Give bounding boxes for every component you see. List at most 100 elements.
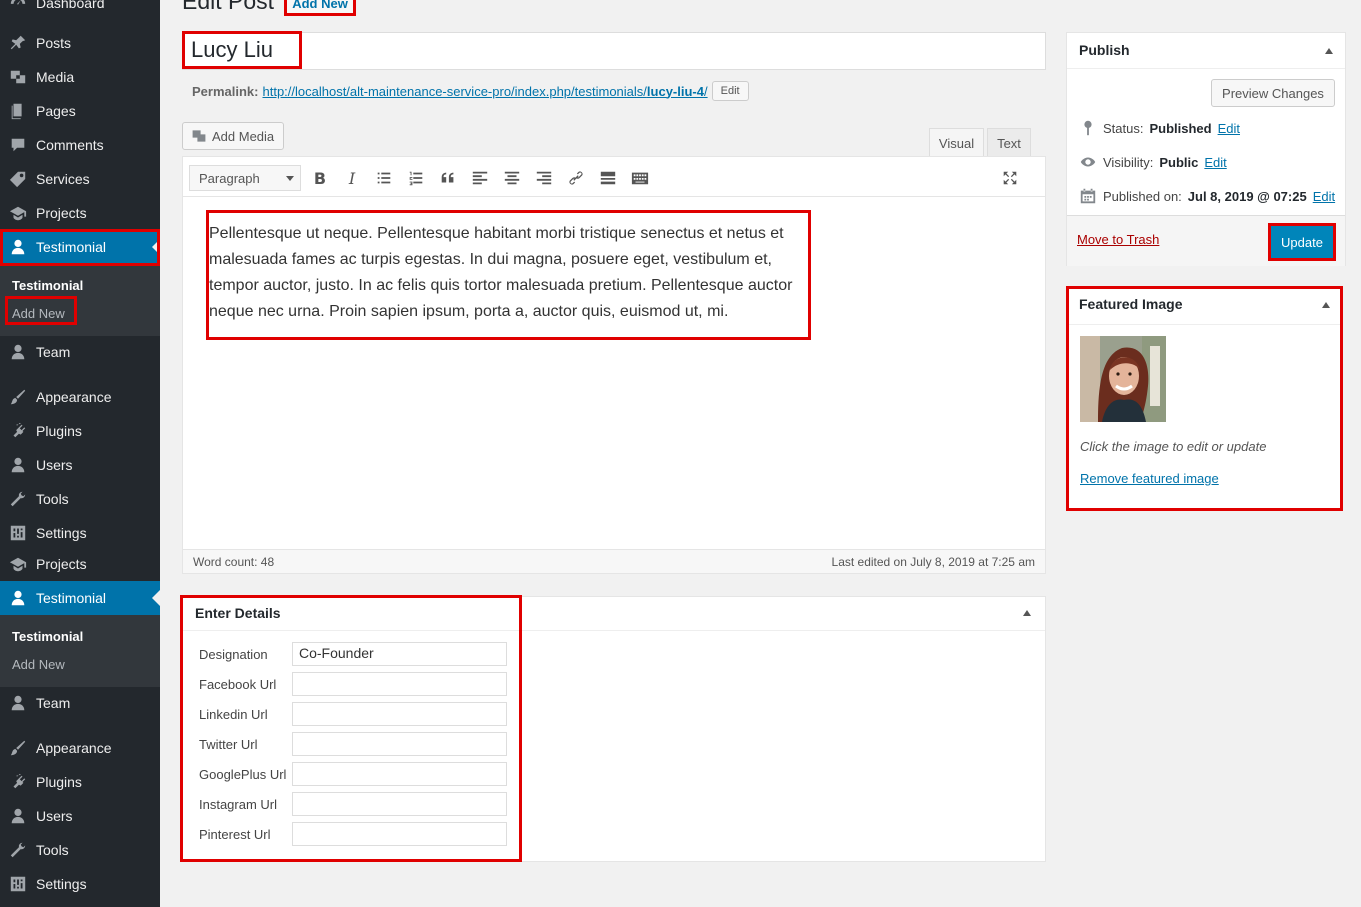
sidebar-item-services[interactable]: Services [0, 162, 160, 196]
italic-icon[interactable]: I [341, 167, 363, 189]
user-icon [0, 343, 36, 361]
plug-icon [0, 422, 36, 440]
format-select[interactable]: Paragraph [189, 165, 301, 191]
chevron-down-icon [286, 176, 294, 181]
settings-icon [0, 524, 36, 542]
field-designation: Designation Co-Founder [199, 642, 507, 666]
sidebar-item-posts[interactable]: Posts [0, 26, 160, 60]
sidebar-item-team-2[interactable]: Team [0, 686, 160, 720]
editor-frame: Paragraph B I Pellentesque ut neque. Pel… [182, 156, 1046, 574]
fullscreen-icon[interactable] [999, 167, 1021, 189]
linkedin-url-input[interactable] [292, 702, 507, 726]
move-to-trash-link[interactable]: Move to Trash [1077, 232, 1159, 247]
facebook-url-input[interactable] [292, 672, 507, 696]
read-more-icon[interactable] [597, 167, 619, 189]
sidebar-item-label: Appearance [36, 740, 112, 756]
sidebar-item-label: Appearance [36, 389, 112, 405]
status-edit-link[interactable]: Edit [1218, 121, 1240, 136]
instagram-url-input[interactable] [292, 792, 507, 816]
sidebar-item-projects-2[interactable]: Projects [0, 547, 160, 581]
sidebar-item-plugins-2[interactable]: Plugins [0, 765, 160, 799]
featured-image-hint: Click the image to edit or update [1080, 439, 1267, 454]
pinterest-url-input[interactable] [292, 822, 507, 846]
remove-featured-image-link[interactable]: Remove featured image [1080, 471, 1219, 486]
submenu-item-add-new[interactable]: Add New [0, 650, 160, 678]
pin-icon [0, 34, 36, 52]
numbered-list-icon[interactable] [405, 167, 427, 189]
link-icon[interactable] [565, 167, 587, 189]
calendar-icon [1080, 188, 1096, 204]
sidebar-item-tools[interactable]: Tools [0, 482, 160, 516]
sidebar-item-users-2[interactable]: Users [0, 799, 160, 833]
preview-changes-button[interactable]: Preview Changes [1211, 79, 1335, 107]
sidebar-item-label: Users [36, 808, 73, 824]
publish-title: Publish [1067, 33, 1345, 69]
editor-content[interactable]: Pellentesque ut neque. Pellentesque habi… [209, 197, 799, 325]
permalink-end: / [703, 83, 708, 99]
submenu-item-testimonial[interactable]: Testimonial [0, 271, 160, 299]
sidebar-item-label: Services [36, 171, 90, 187]
admin-sidebar: Dashboard Posts Media Pages Comments Ser… [0, 0, 160, 907]
collapse-arrow-icon[interactable] [1023, 610, 1031, 616]
add-new-button[interactable]: Add New [284, 0, 356, 16]
googleplus-url-input[interactable] [292, 762, 507, 786]
align-center-icon[interactable] [501, 167, 523, 189]
sidebar-item-testimonial[interactable]: Testimonial [0, 230, 160, 264]
collapse-arrow-icon[interactable] [1325, 48, 1333, 54]
sidebar-item-label: Posts [36, 35, 72, 51]
submenu-item-testimonial[interactable]: Testimonial [0, 622, 160, 650]
sidebar-item-appearance-2[interactable]: Appearance [0, 731, 160, 765]
sidebar-item-pages[interactable]: Pages [0, 94, 160, 128]
dashboard-icon [0, 0, 36, 12]
sidebar-item-label: Projects [36, 556, 87, 572]
visibility-row: Visibility: Public Edit [1079, 153, 1227, 171]
sidebar-item-users[interactable]: Users [0, 448, 160, 482]
collapse-arrow-icon[interactable] [1322, 302, 1330, 308]
add-media-button[interactable]: Add Media [182, 122, 284, 150]
update-button[interactable]: Update [1268, 223, 1336, 261]
toolbar-toggle-icon[interactable] [629, 167, 651, 189]
sidebar-item-settings[interactable]: Settings [0, 516, 160, 550]
user-icon [0, 238, 36, 256]
enter-details-box: Enter Details Designation Co-Founder Fac… [182, 596, 1046, 862]
sidebar-item-projects[interactable]: Projects [0, 196, 160, 230]
post-title-input[interactable]: Lucy Liu [182, 32, 1046, 70]
field-facebook: Facebook Url [199, 672, 507, 696]
media-icon [192, 130, 206, 142]
current-arrow [152, 239, 160, 255]
pages-icon [0, 102, 36, 120]
visibility-edit-link[interactable]: Edit [1204, 155, 1226, 170]
sidebar-item-comments[interactable]: Comments [0, 128, 160, 162]
sidebar-item-label: Users [36, 457, 73, 473]
permalink-edit-button[interactable]: Edit [711, 81, 749, 101]
sidebar-item-team[interactable]: Team [0, 335, 160, 369]
sidebar-item-label: Tools [36, 842, 69, 858]
user-icon [0, 694, 36, 712]
sidebar-item-label: Dashboard [36, 0, 105, 11]
sidebar-item-plugins[interactable]: Plugins [0, 414, 160, 448]
tab-visual[interactable]: Visual [929, 128, 984, 157]
sidebar-item-dashboard[interactable]: Dashboard [0, 0, 160, 20]
designation-input[interactable]: Co-Founder [292, 642, 507, 666]
sidebar-item-label: Settings [36, 525, 87, 541]
submenu-item-add-new[interactable]: Add New [0, 299, 160, 327]
permalink-link[interactable]: http://localhost/alt-maintenance-service… [262, 84, 707, 99]
sidebar-item-testimonial-2[interactable]: Testimonial [0, 581, 160, 615]
status-value: Published [1149, 120, 1212, 136]
sidebar-item-settings-2[interactable]: Settings [0, 867, 160, 901]
sidebar-item-media[interactable]: Media [0, 60, 160, 94]
last-edited: Last edited on July 8, 2019 at 7:25 am [831, 555, 1035, 569]
twitter-url-input[interactable] [292, 732, 507, 756]
quote-icon[interactable] [437, 167, 459, 189]
tab-text[interactable]: Text [987, 128, 1031, 157]
bold-icon[interactable]: B [309, 167, 331, 189]
align-left-icon[interactable] [469, 167, 491, 189]
align-right-icon[interactable] [533, 167, 555, 189]
sidebar-item-appearance[interactable]: Appearance [0, 380, 160, 414]
published-edit-link[interactable]: Edit [1313, 189, 1335, 204]
featured-image-thumbnail[interactable] [1080, 336, 1166, 422]
featured-image-box: Featured Image Click the image to edit o… [1066, 286, 1343, 511]
bullet-list-icon[interactable] [373, 167, 395, 189]
field-label: Pinterest Url [199, 826, 271, 842]
sidebar-item-tools-2[interactable]: Tools [0, 833, 160, 867]
